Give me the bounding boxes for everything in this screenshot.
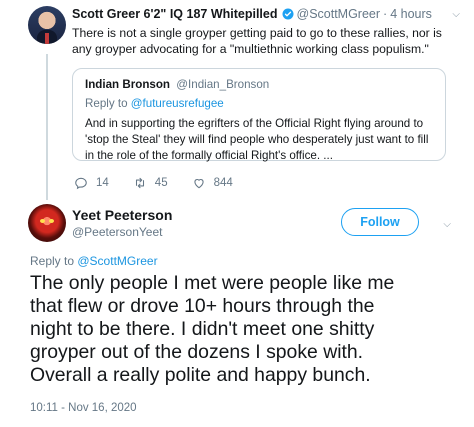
quote-reply-link[interactable]: @futureusrefugee [131, 97, 224, 110]
retweet-count: 45 [154, 177, 168, 189]
parent-header: Scott Greer 6'2" IQ 187 Whitepilled @Sco… [72, 7, 450, 21]
quote-author-handle: @Indian_Bronson [176, 78, 270, 91]
quoted-tweet[interactable]: Indian Bronson @Indian_Bronson Reply to … [72, 68, 446, 162]
parent-author-name[interactable]: Scott Greer 6'2" IQ 187 Whitepilled [72, 7, 278, 21]
reply-count: 14 [96, 177, 109, 189]
chevron-down-icon[interactable]: ⌵ [452, 9, 460, 20]
tweet-text-line: The only people I met were people like m… [30, 272, 395, 294]
quote-reply-context: Reply to @futureusrefugee [85, 97, 433, 110]
main-reply-context: Reply to @ScottMGreer [30, 254, 158, 268]
tweet-text-line: Overall a really polite and happy bunch. [30, 364, 371, 386]
main-reply-link[interactable]: @ScottMGreer [77, 254, 157, 268]
parent-timestamp[interactable]: 4 hours [390, 7, 432, 21]
quote-header: Indian Bronson @Indian_Bronson [85, 78, 433, 91]
quote-reply-prefix: Reply to [85, 97, 128, 110]
tweet-text-line: night to be there. I didn't meet one shi… [30, 318, 375, 340]
like-count: 844 [213, 177, 233, 189]
main-tweet-text: The only people I met were people like m… [30, 272, 460, 387]
tweet-text-line: groyper out of the dozens I spoke with. [30, 341, 364, 363]
main-author-handle[interactable]: @PeetersonYeet [72, 225, 162, 239]
main-avatar[interactable] [28, 204, 66, 242]
heart-icon [193, 179, 204, 189]
reply-button[interactable]: 14 [74, 176, 109, 190]
parent-tweet-text: There is not a single groyper getting pa… [72, 26, 442, 56]
tweet-text-line: that flew or drove 10+ hours through the [30, 295, 375, 317]
main-reply-prefix: Reply to [30, 254, 75, 268]
parent-action-bar: 14 45 844 [74, 176, 257, 190]
main-author-name[interactable]: Yeet Peeterson [72, 207, 172, 223]
parent-author-handle[interactable]: @ScottMGreer [297, 7, 381, 21]
quote-author-name: Indian Bronson [85, 78, 171, 91]
verified-badge-icon [282, 8, 293, 20]
chevron-down-icon[interactable]: ⌵ [443, 219, 451, 230]
thread-connector-line [46, 54, 48, 200]
quote-text: And in supporting the egrifters of the O… [85, 117, 429, 162]
follow-button[interactable]: Follow [341, 208, 419, 236]
reply-icon [75, 177, 87, 190]
like-button[interactable]: 844 [192, 176, 233, 190]
retweet-icon [135, 177, 144, 189]
retweet-button[interactable]: 45 [133, 176, 168, 190]
separator-dot: · [383, 7, 388, 21]
parent-avatar[interactable] [28, 6, 66, 44]
main-timestamp[interactable]: 10:11 - Nov 16, 2020 [30, 402, 137, 414]
